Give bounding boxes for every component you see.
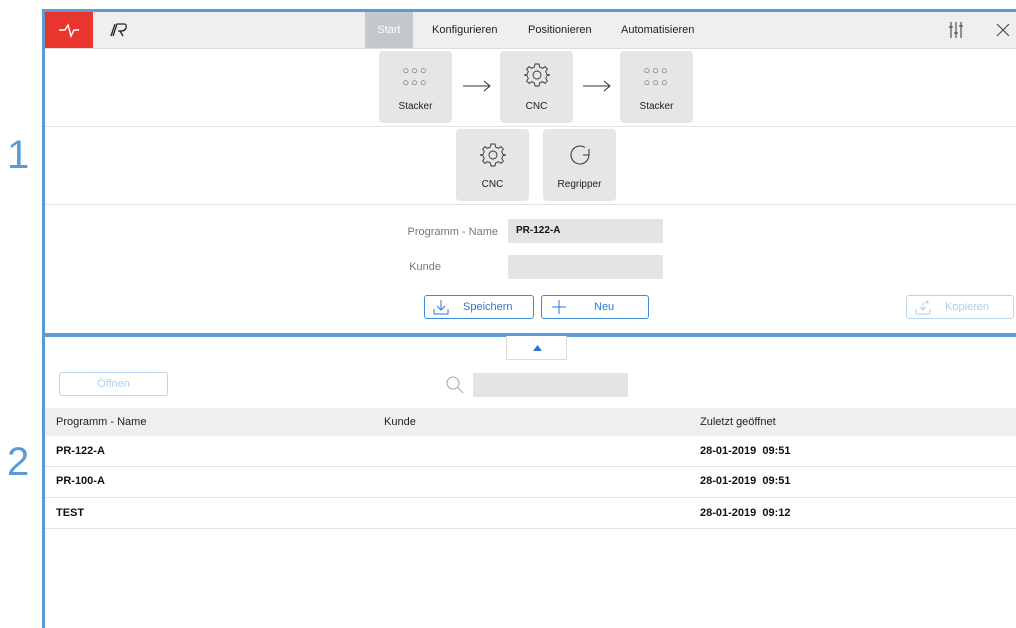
row-program-name: TEST xyxy=(56,507,85,519)
table-row[interactable] xyxy=(45,436,1016,466)
table-header xyxy=(45,408,1016,436)
save-button[interactable]: Speichern xyxy=(424,295,534,319)
new-button[interactable]: Neu xyxy=(541,295,649,319)
sliders-icon[interactable] xyxy=(948,21,964,42)
workflow-tile-regripper[interactable]: Regripper xyxy=(543,129,616,201)
close-icon[interactable] xyxy=(995,22,1011,41)
brand-logo-icon xyxy=(109,22,129,41)
tile-label: Stacker xyxy=(639,101,674,112)
copy-download-icon xyxy=(915,300,931,315)
tab-automatisieren[interactable]: Automatisieren xyxy=(621,12,694,48)
top-navigation-bar: Start Konfigurieren Positionieren Automa… xyxy=(45,12,1016,49)
workflow-tile-cnc[interactable]: CNC xyxy=(500,51,573,123)
program-name-label: Programm - Name xyxy=(407,226,498,238)
pulse-icon xyxy=(59,23,79,38)
tile-label: Regripper xyxy=(557,179,602,190)
tab-start[interactable]: Start xyxy=(365,12,413,48)
tile-label: CNC xyxy=(481,179,504,190)
search-icon xyxy=(445,375,465,398)
rotate-icon xyxy=(570,145,590,165)
divider xyxy=(45,204,1016,205)
gear-icon xyxy=(524,63,550,87)
column-header-customer[interactable]: Kunde xyxy=(384,416,416,428)
workflow-tile-cnc-2[interactable]: CNC xyxy=(456,129,529,201)
callout-number-1: 1 xyxy=(7,133,30,177)
tile-label: Stacker xyxy=(398,101,433,112)
tab-positionieren[interactable]: Positionieren xyxy=(528,12,592,48)
collapse-toggle[interactable] xyxy=(506,336,567,360)
plus-icon xyxy=(552,300,566,314)
caret-up-icon xyxy=(533,345,542,351)
home-button[interactable] xyxy=(45,12,93,48)
copy-button-label: Kopieren xyxy=(945,301,990,313)
row-divider xyxy=(45,528,1016,529)
divider xyxy=(45,126,1016,127)
column-header-last-opened[interactable]: Zuletzt geöffnet xyxy=(700,416,776,428)
tab-konfigurieren[interactable]: Konfigurieren xyxy=(432,12,497,48)
row-program-name: PR-100-A xyxy=(56,475,105,487)
download-icon xyxy=(433,300,449,315)
arrow-right-icon xyxy=(582,79,612,96)
new-button-label: Neu xyxy=(594,301,615,313)
dots-grid-icon: ○○○ ○○○ xyxy=(402,65,429,89)
program-name-field[interactable]: PR-122-A xyxy=(508,219,663,243)
workflow-tile-stacker-out[interactable]: ○○○ ○○○ Stacker xyxy=(620,51,693,123)
row-last-opened: 28-01-2019 09:12 xyxy=(700,507,791,519)
row-last-opened: 28-01-2019 09:51 xyxy=(700,475,791,487)
search-input[interactable] xyxy=(473,373,628,397)
customer-field[interactable] xyxy=(508,255,663,279)
column-header-program-name[interactable]: Programm - Name xyxy=(56,416,146,428)
customer-label: Kunde xyxy=(409,261,441,273)
workflow-tile-stacker-in[interactable]: ○○○ ○○○ Stacker xyxy=(379,51,452,123)
table-row[interactable] xyxy=(45,498,1016,528)
table-row[interactable] xyxy=(45,467,1016,497)
tile-label: CNC xyxy=(525,101,548,112)
gear-icon xyxy=(480,143,506,167)
save-button-label: Speichern xyxy=(463,301,513,313)
dots-grid-icon: ○○○ ○○○ xyxy=(643,65,670,89)
row-program-name: PR-122-A xyxy=(56,445,105,457)
row-last-opened: 28-01-2019 09:51 xyxy=(700,445,791,457)
copy-button[interactable]: Kopieren xyxy=(906,295,1014,319)
arrow-right-icon xyxy=(462,79,492,96)
callout-number-2: 2 xyxy=(7,440,30,484)
open-button[interactable]: Öffnen xyxy=(59,372,168,396)
open-button-label: Öffnen xyxy=(97,378,130,390)
